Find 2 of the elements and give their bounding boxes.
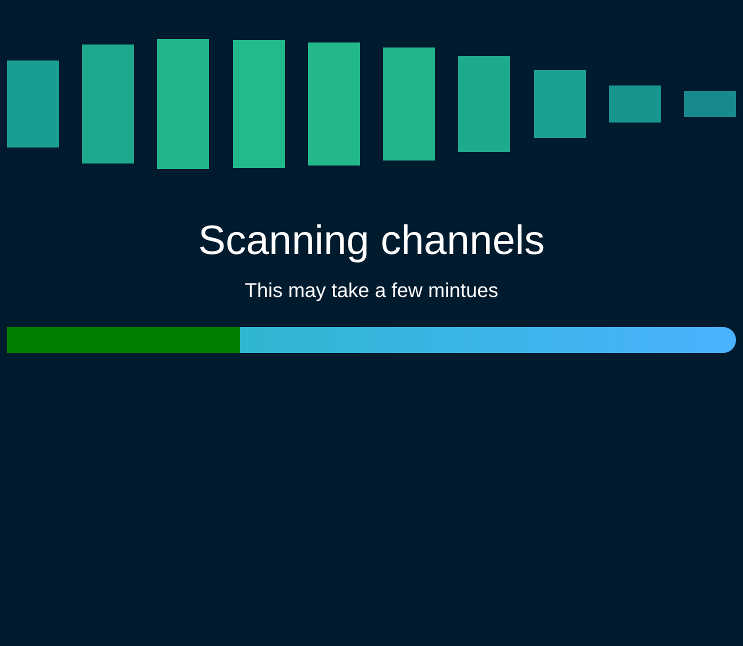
subtitle: This may take a few mintues <box>244 279 498 303</box>
title: Scanning channels <box>198 216 545 265</box>
